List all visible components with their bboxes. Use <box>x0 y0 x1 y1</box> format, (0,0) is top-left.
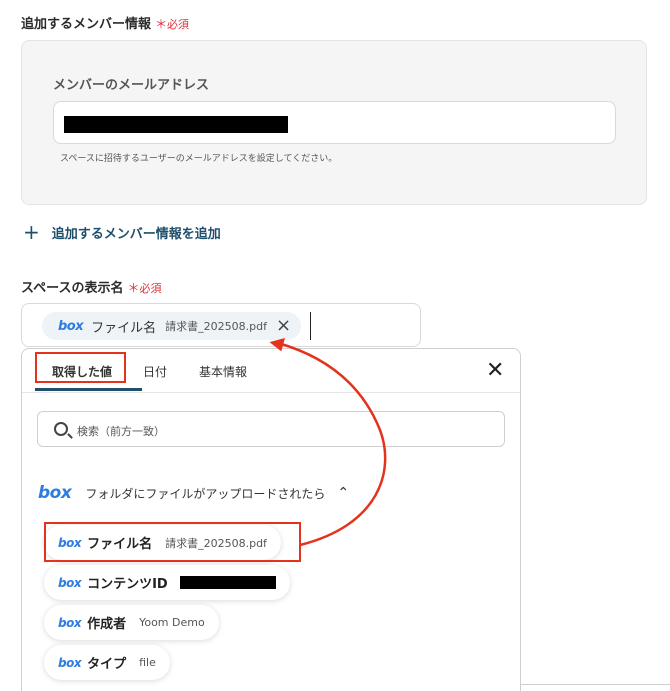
value-item-content-id[interactable]: box コンテンツID <box>44 565 290 600</box>
redacted-email <box>64 116 288 133</box>
required-star: ＊ <box>155 17 168 31</box>
member-email-hint: スペースに招待するユーザーのメールアドレスを設定してください。 <box>60 154 338 164</box>
item-value: file <box>139 656 156 669</box>
member-section-title-text: 追加するメンバー情報 <box>21 17 152 32</box>
chip-value: 請求書_202508.pdf <box>165 320 267 333</box>
box-logo-icon: box <box>58 615 82 630</box>
required-badge: ＊必須 <box>127 281 162 295</box>
text-cursor <box>310 312 311 340</box>
tab-obtained-values[interactable]: 取得した値 <box>52 363 112 380</box>
required-label: 必須 <box>167 18 190 31</box>
item-name: タイプ <box>87 657 127 672</box>
required-star: ＊ <box>127 281 140 295</box>
member-email-label: メンバーのメールアドレス <box>53 78 210 93</box>
search-input[interactable]: 検索（前方一致） <box>37 411 505 447</box>
close-icon[interactable]: ✕ <box>486 358 504 383</box>
trigger-group-header[interactable]: box フォルダにファイルがアップロードされたら ⌃ <box>38 481 349 505</box>
value-item-type[interactable]: box タイプ file <box>44 645 170 680</box>
item-name: コンテンツID <box>87 577 168 592</box>
box-logo-icon: box <box>38 483 72 503</box>
box-logo-icon: box <box>58 318 84 334</box>
value-item-creator[interactable]: box 作成者 Yoom Demo <box>44 605 219 640</box>
add-member-info-label: 追加するメンバー情報を追加 <box>51 226 221 242</box>
tab-date[interactable]: 日付 <box>143 363 167 380</box>
box-logo-icon: box <box>58 575 82 590</box>
required-label: 必須 <box>139 282 162 295</box>
item-name: 作成者 <box>87 617 127 632</box>
plus-icon: + <box>23 220 40 244</box>
display-name-input[interactable]: box ファイル名 請求書_202508.pdf × <box>21 303 421 347</box>
value-chip[interactable]: box ファイル名 請求書_202508.pdf × <box>42 312 302 340</box>
member-info-panel: メンバーのメールアドレス スペースに招待するユーザーのメールアドレスを設定してく… <box>21 40 647 205</box>
chevron-up-icon: ⌃ <box>337 485 350 501</box>
required-badge: ＊必須 <box>155 17 190 31</box>
divider <box>521 684 670 685</box>
member-email-input[interactable] <box>53 101 616 144</box>
close-icon[interactable]: × <box>276 317 291 335</box>
box-logo-icon: box <box>58 655 82 670</box>
member-section-title: 追加するメンバー情報 ＊必須 <box>21 13 189 32</box>
value-picker-dropdown: 取得した値 日付 基本情報 ✕ 検索（前方一致） box フォルダにファイルがア… <box>21 348 521 691</box>
redacted-value <box>179 576 276 589</box>
search-icon <box>54 422 68 436</box>
item-value: Yoom Demo <box>139 616 205 629</box>
tab-basic-info[interactable]: 基本情報 <box>199 363 247 380</box>
trigger-label: フォルダにファイルがアップロードされたら <box>85 486 326 501</box>
tab-divider <box>22 392 520 393</box>
search-placeholder: 検索（前方一致） <box>77 425 165 438</box>
display-name-title-text: スペースの表示名 <box>21 281 124 296</box>
item-highlight-annotation <box>44 522 301 562</box>
add-member-info-button[interactable]: + 追加するメンバー情報を追加 <box>23 221 221 243</box>
display-name-title: スペースの表示名 ＊必須 <box>21 277 161 296</box>
active-tab-indicator <box>35 388 142 391</box>
chip-name: ファイル名 <box>91 320 157 336</box>
